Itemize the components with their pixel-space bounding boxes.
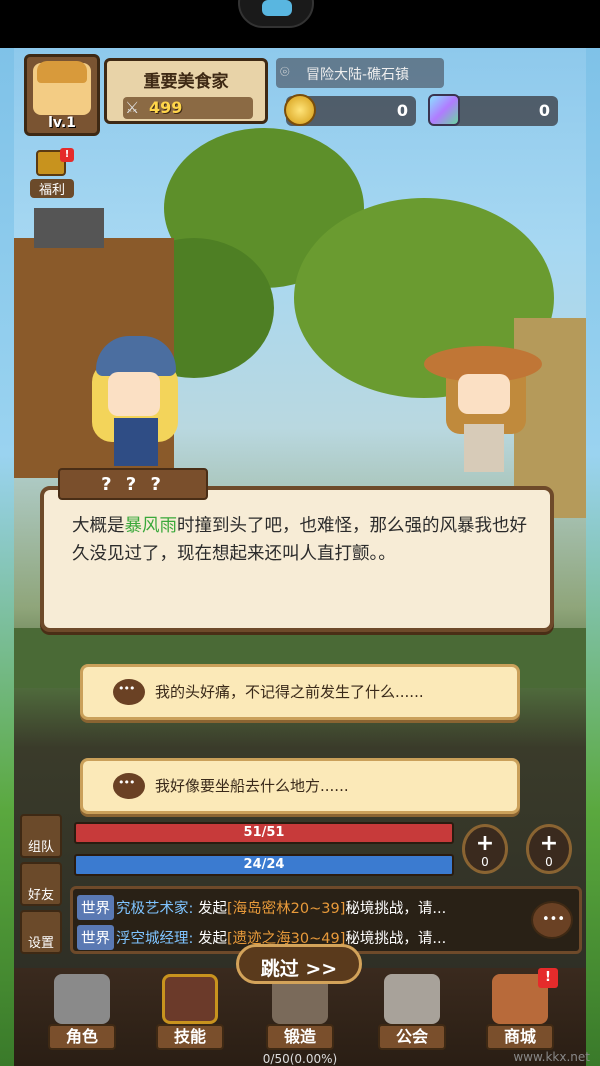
side-border-left [0,48,14,1066]
nav-skill[interactable]: 技能 [152,974,228,1054]
plus-icon: + [475,831,495,856]
speech-bubble-icon [113,773,145,799]
speech-bubble-icon [113,679,145,705]
mp-text: 24/24 [243,857,285,872]
mp-potion-count: 0 [545,855,553,869]
nav-forge-label: 锻造 [266,1024,334,1050]
gem-value: 0 [538,101,550,120]
map-pin-icon: ⌾ [280,62,290,81]
hp-potion-count: 0 [481,855,489,869]
gold-coin-icon [284,94,316,126]
chat-verb: 发起 [193,931,227,947]
chat-channel: 世界 [77,925,114,950]
avatar-portrait [33,61,91,115]
nav-role[interactable]: 角色 [44,974,120,1054]
player-name: 重要美食家 [143,72,229,92]
hero-face [108,372,160,416]
npc-face [458,374,510,414]
gold-counter[interactable]: 0 [284,94,416,126]
chat-rest: 秘境挑战，请... [345,901,447,917]
hero-character-sprite [84,336,194,468]
notification-badge: ! [60,148,74,162]
dialogue-text-before: 大概是 [72,516,125,536]
dialogue-highlight: 暴风雨 [124,516,178,536]
skip-button[interactable]: 跳过 >> [236,944,362,984]
team-button[interactable]: 组队 [20,814,62,858]
gem-counter[interactable]: 0 [428,94,558,126]
skill-book-icon [162,974,218,1024]
player-level: lv.1 [48,115,76,131]
nav-role-label: 角色 [48,1024,116,1050]
nav-skill-label: 技能 [156,1024,224,1050]
chat-verb: 发起 [193,901,227,917]
welfare-button[interactable]: ! 福利 [30,148,74,198]
lock-shield-icon [384,974,440,1024]
chat-rest: 秘境挑战，请... [345,931,447,947]
player-nameplate[interactable]: 重要美食家 ⚔ 499 [104,58,268,124]
location-display[interactable]: ⌾ 冒险大陆-礁石镇 [276,58,444,88]
dialogue-choice-2[interactable]: 我好像要坐船去什么地方...... [80,758,520,814]
skip-label: 跳过 >> [260,958,338,980]
npc-character-sprite [424,328,544,474]
nav-shop-label: 商城 [486,1024,554,1050]
chat-sender: 究极艺术家: [116,901,194,917]
crossed-swords-icon: ⚔ [125,98,140,117]
knight-helmet-icon [54,974,110,1024]
hp-potion-button[interactable]: + 0 [462,824,508,874]
status-bar [0,0,600,48]
nav-guild[interactable]: 公会 [374,974,450,1054]
chat-open-button[interactable] [531,901,573,939]
welfare-label: 福利 [30,179,74,198]
side-menu: 组队 好友 设置 [18,814,62,956]
gem-icon [428,94,460,126]
mp-bar: 24/24 [74,854,454,876]
speaker-name: ? ? ? [101,474,165,495]
mp-potion-button[interactable]: + 0 [526,824,572,874]
chimney [34,208,104,248]
game-screen: lv.1 重要美食家 ⚔ 499 ⌾ 冒险大陆-礁石镇 0 0 ! 福利 大概是… [0,0,600,1066]
location-name: 冒险大陆-礁石镇 [306,67,410,83]
choice-text: 我好像要坐船去什么地方...... [155,777,349,795]
nav-shop[interactable]: ! 商城 [482,968,558,1054]
power-value: 499 [149,98,183,117]
friends-button[interactable]: 好友 [20,862,62,906]
dialogue-choice-1[interactable]: 我的头好痛，不记得之前发生了什么...... [80,664,520,720]
side-border-right [586,48,600,1066]
chat-message[interactable]: 世界 究极艺术家: 发起[海岛密林20~39]秘境挑战，请... [77,895,446,921]
dialogue-box[interactable]: 大概是暴风雨时撞到头了吧，也难怪，那么强的风暴我也好久没见过了，现在想起来还叫人… [40,486,554,632]
plus-icon: + [539,831,559,856]
nav-guild-label: 公会 [378,1024,446,1050]
hero-hat [96,336,176,376]
choice-text: 我的头好痛，不记得之前发生了什么...... [155,683,424,701]
hero-body [114,418,158,466]
dialogue-text: 大概是暴风雨时撞到头了吧，也难怪，那么强的风暴我也好久没见过了，现在想起来还叫人… [72,512,542,568]
speaker-nameplate: ? ? ? [58,468,208,500]
nav-forge[interactable]: 锻造 [262,974,338,1054]
notification-badge: ! [538,968,558,988]
chat-channel: 世界 [77,895,114,920]
settings-button[interactable]: 设置 [20,910,62,954]
power-display: ⚔ 499 [123,97,253,119]
player-avatar[interactable]: lv.1 [24,54,100,136]
settings-label: 设置 [27,936,54,951]
chat-dungeon-link[interactable]: [海岛密林20~39] [227,901,345,917]
camera-notch [238,0,314,28]
chat-sender: 浮空城经理: [116,931,194,947]
hp-bar: 51/51 [74,822,454,844]
team-label: 组队 [27,840,54,855]
npc-body [464,424,504,472]
friends-label: 好友 [27,888,54,903]
gold-value: 0 [396,101,408,120]
hp-text: 51/51 [243,825,285,840]
watermark: www.kkx.net [513,1050,590,1064]
experience-readout: 0/50(0.00%) [262,1052,338,1066]
